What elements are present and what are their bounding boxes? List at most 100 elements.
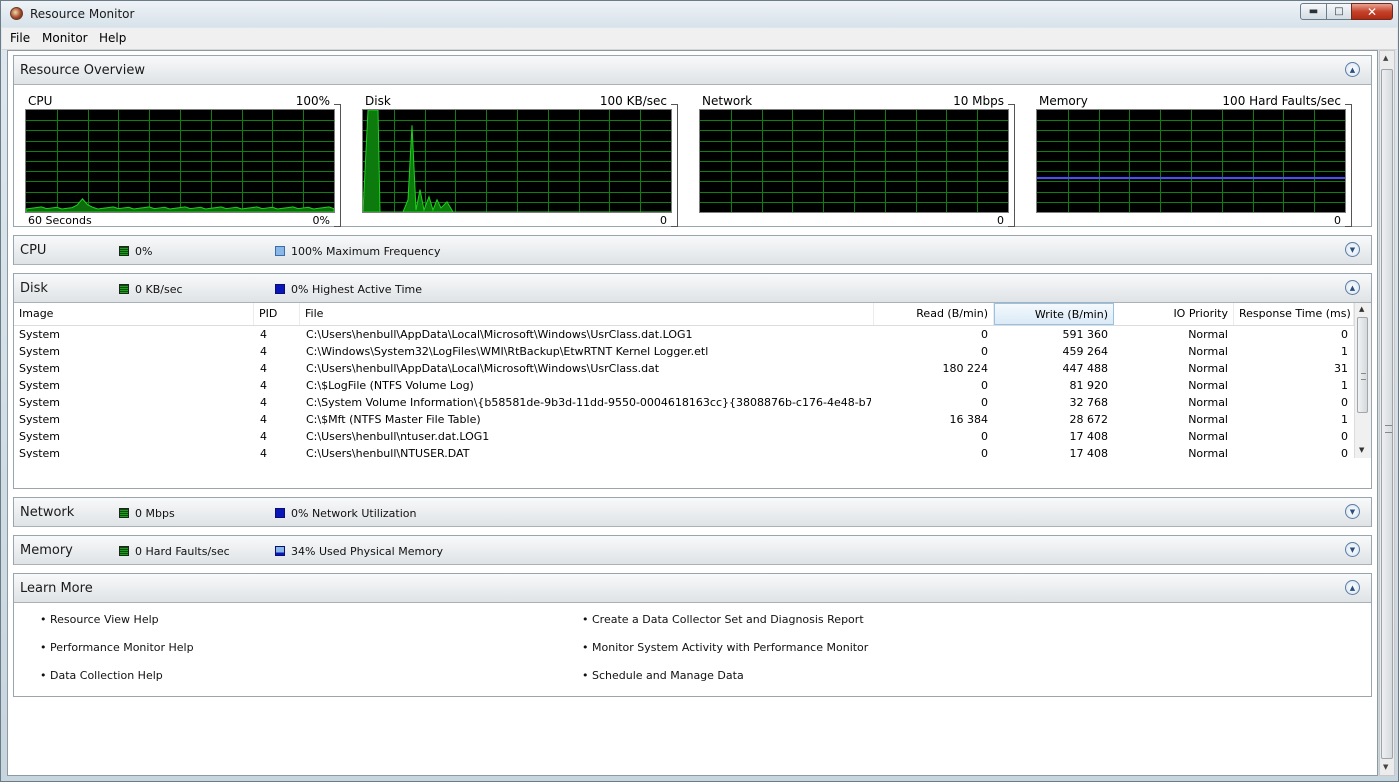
network-utilization: 0% Network Utilization xyxy=(291,507,417,520)
disk-table-scrollbar[interactable]: ▲ ▼ xyxy=(1354,303,1371,458)
window-title: Resource Monitor xyxy=(30,7,135,21)
link-text[interactable]: Create a Data Collector Set and Diagnosi… xyxy=(592,613,864,626)
cell-image: System xyxy=(19,362,61,375)
cell-image: System xyxy=(19,379,61,392)
table-row[interactable]: System 4 C:\System Volume Information\{b58… xyxy=(14,394,1354,411)
maximize-button[interactable]: □ xyxy=(1326,3,1352,20)
panel-title: Learn More xyxy=(20,581,93,596)
column-file[interactable]: File xyxy=(300,303,874,325)
menu-bar: File Monitor Help xyxy=(2,28,1397,50)
cell-io-priority: Normal xyxy=(1188,447,1228,458)
cell-read: 16 384 xyxy=(949,413,989,426)
table-row[interactable]: System 4 C:\Users\henbull\ntuser.dat.LOG1 0… xyxy=(14,428,1354,445)
menu-monitor[interactable]: Monitor xyxy=(42,31,88,45)
column-response-time[interactable]: Response Time (ms) xyxy=(1234,303,1354,325)
cell-image: System xyxy=(19,396,61,409)
cell-write: 28 672 xyxy=(1069,413,1109,426)
scroll-thumb[interactable] xyxy=(1381,69,1393,759)
learn-link-monitor-system-activity[interactable]: • Monitor System Activity with Performanc… xyxy=(582,641,868,654)
table-row[interactable]: System 4 C:\Users\henbull\AppData\Local\Mi… xyxy=(14,326,1354,343)
cell-image: System xyxy=(19,328,61,341)
graph-canvas xyxy=(699,109,1009,213)
column-image[interactable]: Image xyxy=(14,303,254,325)
cell-io-priority: Normal xyxy=(1188,362,1228,375)
learn-link-schedule-manage-data[interactable]: • Schedule and Manage Data xyxy=(582,669,744,682)
disk-table-header: Image PID File Read (B/min) Write (B/min… xyxy=(14,303,1354,326)
link-text[interactable]: Resource View Help xyxy=(50,613,159,626)
menu-help[interactable]: Help xyxy=(99,31,126,45)
scroll-up-icon[interactable]: ▲ xyxy=(1383,54,1388,62)
learn-link-resource-view-help[interactable]: • Resource View Help xyxy=(40,613,159,626)
panel-title: Network xyxy=(20,505,75,520)
link-text[interactable]: Schedule and Manage Data xyxy=(592,669,744,682)
main-scrollbar[interactable]: ▲ ▼ xyxy=(1379,50,1395,776)
expand-icon[interactable]: ▼ xyxy=(1345,504,1360,519)
link-text[interactable]: Monitor System Activity with Performance… xyxy=(592,641,868,654)
cell-write: 447 488 xyxy=(1062,362,1109,375)
expand-icon[interactable]: ▼ xyxy=(1345,242,1360,257)
cell-read: 0 xyxy=(981,447,988,458)
memory-used: 34% Used Physical Memory xyxy=(291,545,443,558)
table-row[interactable]: System 4 C:\$LogFile (NTFS Volume Log) 0 81 … xyxy=(14,377,1354,394)
cell-pid: 4 xyxy=(260,447,267,458)
panel-title: CPU xyxy=(20,243,47,258)
cell-read: 0 xyxy=(981,345,988,358)
minimize-button[interactable]: ▬ xyxy=(1300,3,1327,20)
cell-write: 81 920 xyxy=(1069,379,1109,392)
memory-graph: Memory 100 Hard Faults/sec 0 xyxy=(1036,94,1352,229)
cell-response-time: 1 xyxy=(1341,345,1348,358)
expand-icon[interactable]: ▼ xyxy=(1345,542,1360,557)
column-write[interactable]: Write (B/min) xyxy=(994,303,1114,325)
table-row[interactable]: System 4 C:\Windows\System32\LogFiles\WMI\… xyxy=(14,343,1354,360)
column-read[interactable]: Read (B/min) xyxy=(874,303,994,325)
resource-overview-header[interactable]: Resource Overview ▲ xyxy=(14,56,1371,85)
cell-image: System xyxy=(19,447,61,458)
collapse-icon[interactable]: ▲ xyxy=(1345,62,1360,77)
learn-link-create-data-collector-set[interactable]: • Create a Data Collector Set and Diagnos… xyxy=(582,613,864,626)
graph-canvas xyxy=(25,109,335,213)
scroll-down-icon[interactable]: ▼ xyxy=(1383,763,1388,771)
network-header[interactable]: Network 0 Mbps 0% Network Utilization ▼ xyxy=(14,498,1371,527)
scroll-up-icon[interactable]: ▲ xyxy=(1359,305,1364,313)
cell-read: 0 xyxy=(981,379,988,392)
title-bar[interactable]: Resource Monitor ▬ □ ✕ xyxy=(1,1,1398,27)
learn-link-performance-monitor-help[interactable]: • Performance Monitor Help xyxy=(40,641,194,654)
network-util-swatch xyxy=(275,508,285,518)
panel-title: Disk xyxy=(20,281,48,296)
collapse-icon[interactable]: ▲ xyxy=(1345,580,1360,595)
learn-link-data-collection-help[interactable]: • Data Collection Help xyxy=(40,669,163,682)
cell-response-time: 1 xyxy=(1341,413,1348,426)
cell-image: System xyxy=(19,430,61,443)
link-text[interactable]: Data Collection Help xyxy=(50,669,163,682)
graph-scale: 100 Hard Faults/sec xyxy=(1222,94,1341,108)
cell-io-priority: Normal xyxy=(1188,379,1228,392)
minimize-icon: ▬ xyxy=(1308,6,1319,17)
cpu-header[interactable]: CPU 0% 100% Maximum Frequency ▼ xyxy=(14,236,1371,265)
close-icon: ✕ xyxy=(1366,4,1378,19)
cell-write: 591 360 xyxy=(1062,328,1109,341)
column-io-priority[interactable]: IO Priority xyxy=(1114,303,1234,325)
table-row[interactable]: System 4 C:\Users\henbull\NTUSER.DAT 0 17 40… xyxy=(14,445,1354,458)
cpu-frequency-swatch xyxy=(275,246,285,256)
scroll-down-icon[interactable]: ▼ xyxy=(1359,446,1364,454)
graph-bracket xyxy=(1345,104,1352,227)
close-button[interactable]: ✕ xyxy=(1351,3,1393,20)
learn-more-header[interactable]: Learn More ▲ xyxy=(14,574,1371,603)
table-row[interactable]: System 4 C:\$Mft (NTFS Master File Table) 1… xyxy=(14,411,1354,428)
column-pid[interactable]: PID xyxy=(254,303,300,325)
learn-more-panel: Learn More ▲ • Resource View Help • Perfor… xyxy=(13,573,1372,697)
disk-header[interactable]: Disk 0 KB/sec 0% Highest Active Time ▲ xyxy=(14,274,1371,303)
cell-file: C:\Users\henbull\NTUSER.DAT xyxy=(306,447,470,458)
memory-header[interactable]: Memory 0 Hard Faults/sec 34% Used Physic… xyxy=(14,536,1371,565)
cell-write: 17 408 xyxy=(1069,430,1109,443)
cell-file: C:\Users\henbull\AppData\Local\Microsoft… xyxy=(306,328,693,341)
menu-file[interactable]: File xyxy=(10,31,30,45)
link-text[interactable]: Performance Monitor Help xyxy=(50,641,194,654)
cpu-panel: CPU 0% 100% Maximum Frequency ▼ xyxy=(13,235,1372,265)
disk-panel: Disk 0 KB/sec 0% Highest Active Time ▲ I… xyxy=(13,273,1372,489)
memory-faults-swatch xyxy=(119,546,129,556)
collapse-icon[interactable]: ▲ xyxy=(1345,280,1360,295)
panel-title: Resource Overview xyxy=(20,63,145,78)
scroll-thumb[interactable] xyxy=(1357,317,1368,413)
table-row[interactable]: System 4 C:\Users\henbull\AppData\Local\Mi… xyxy=(14,360,1354,377)
